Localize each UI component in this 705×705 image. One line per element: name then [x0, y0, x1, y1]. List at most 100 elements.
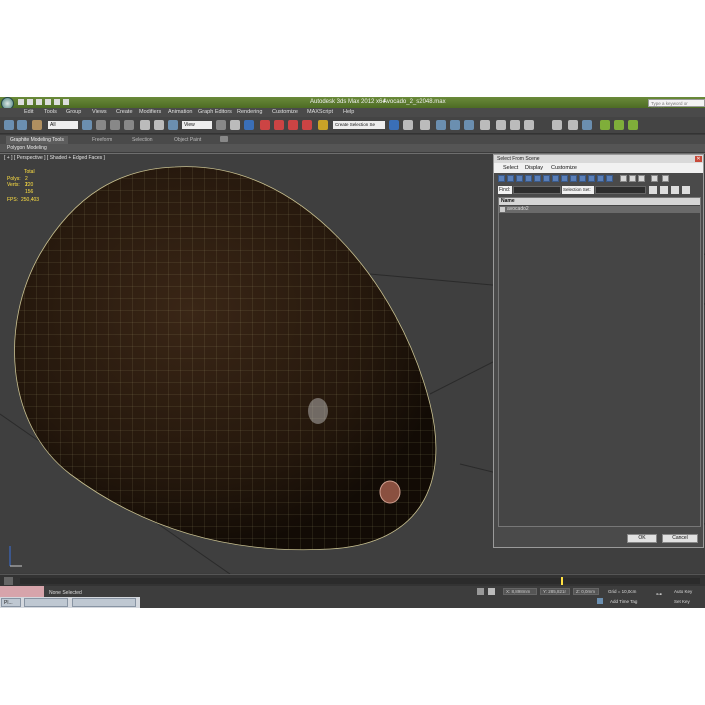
absolute-mode-icon[interactable] [488, 588, 495, 595]
mirror-icon[interactable] [389, 120, 399, 130]
display-spacewarps-icon[interactable] [543, 175, 550, 182]
save-icon[interactable] [36, 99, 42, 105]
menu-group[interactable]: Group [66, 109, 81, 115]
new-icon[interactable] [18, 99, 24, 105]
environment-icon[interactable] [582, 120, 592, 130]
material-editor-icon[interactable] [480, 120, 490, 130]
schematic-view-icon[interactable] [464, 120, 474, 130]
key-icon[interactable]: ⊶ [656, 591, 662, 598]
lock-selection-icon[interactable] [477, 588, 484, 595]
align-icon[interactable] [403, 120, 413, 130]
filter-icon[interactable] [651, 175, 658, 182]
menu-create[interactable]: Create [116, 109, 133, 115]
polygon-modeling-panel[interactable]: Polygon Modeling [0, 144, 705, 152]
sync-selection-icon[interactable] [662, 175, 669, 182]
display-frozen-icon[interactable] [588, 175, 595, 182]
dialog-title-bar[interactable]: Select From Scene ✕ [494, 155, 703, 163]
dialog-menu-select[interactable]: Select [503, 165, 518, 171]
render-iterative-icon[interactable] [552, 120, 562, 130]
selection-set-icon[interactable] [649, 186, 657, 194]
render-setup-icon[interactable] [496, 120, 506, 130]
scale-icon[interactable] [168, 120, 178, 130]
search-input[interactable]: Type a keyword or phrase [648, 99, 705, 111]
window-crossing-icon[interactable] [124, 120, 134, 130]
display-all-icon[interactable] [606, 175, 613, 182]
menu-tools[interactable]: Tools [44, 109, 57, 115]
select-all-icon[interactable] [620, 175, 627, 182]
spinner-snap-icon[interactable] [302, 120, 312, 130]
menu-rendering[interactable]: Rendering [237, 109, 262, 115]
activeshade-icon[interactable] [568, 120, 578, 130]
time-slider-track[interactable] [20, 577, 700, 585]
redo-icon[interactable] [54, 99, 60, 105]
tab-graphite-modeling-tools[interactable]: Graphite Modeling Tools [6, 136, 68, 144]
menu-customize[interactable]: Customize [272, 109, 298, 115]
ribbon-options-icon[interactable] [220, 136, 228, 142]
selection-filter-dropdown[interactable]: All [48, 121, 78, 129]
pivot-center-icon[interactable] [216, 120, 226, 130]
viewport-label[interactable]: [ + ] [ Perspective ] [ Shaded + Edged F… [4, 155, 105, 161]
select-manipulate-icon[interactable] [230, 120, 240, 130]
select-link-icon[interactable] [4, 120, 14, 130]
rendered-frame-window-icon[interactable] [510, 120, 520, 130]
bind-space-warp-icon[interactable] [32, 120, 42, 130]
rotate-icon[interactable] [154, 120, 164, 130]
taskbar-item-2[interactable] [24, 598, 68, 607]
curve-editor-icon[interactable] [450, 120, 460, 130]
graphite-toggle-icon[interactable] [436, 120, 446, 130]
keyboard-shortcut-override-icon[interactable] [244, 120, 254, 130]
snaps-toggle-icon[interactable] [260, 120, 270, 130]
dialog-menu-customize[interactable]: Customize [551, 165, 577, 171]
display-helpers-icon[interactable] [534, 175, 541, 182]
add-time-tag[interactable]: Add Time Tag [610, 599, 637, 604]
menu-help[interactable]: Help [343, 109, 354, 115]
tab-freeform[interactable]: Freeform [88, 136, 116, 144]
move-icon[interactable] [140, 120, 150, 130]
plugin-3-icon[interactable] [628, 120, 638, 130]
close-icon[interactable]: ✕ [695, 156, 702, 162]
menu-edit[interactable]: Edit [24, 109, 33, 115]
menu-views[interactable]: Views [92, 109, 107, 115]
selection-set-dropdown[interactable] [595, 186, 646, 194]
z-coordinate-field[interactable]: Z: 0,0mm [573, 588, 599, 595]
percent-snap-icon[interactable] [288, 120, 298, 130]
tab-selection[interactable]: Selection [128, 136, 157, 144]
rectangular-selection-icon[interactable] [110, 120, 120, 130]
display-groups-icon[interactable] [552, 175, 559, 182]
auto-key-button[interactable]: Auto Key [674, 589, 692, 594]
edit-named-selection-icon[interactable] [318, 120, 328, 130]
x-coordinate-field[interactable]: X: 8,898mm [503, 588, 537, 595]
menu-modifiers[interactable]: Modifiers [139, 109, 161, 115]
cancel-button[interactable]: Cancel [662, 534, 698, 543]
plugin-1-icon[interactable] [600, 120, 610, 130]
select-none-icon[interactable] [629, 175, 636, 182]
list-item[interactable]: avocado2 [499, 206, 700, 213]
display-bones-icon[interactable] [570, 175, 577, 182]
taskbar-item-3[interactable] [72, 598, 136, 607]
undo-icon[interactable] [45, 99, 51, 105]
display-xrefs-icon[interactable] [561, 175, 568, 182]
display-geometry-icon[interactable] [498, 175, 505, 182]
set-key-button[interactable]: Set Key [674, 599, 690, 604]
ok-button[interactable]: OK [627, 534, 657, 543]
select-by-name-icon[interactable] [96, 120, 106, 130]
y-coordinate-field[interactable]: Y: 285,821r [540, 588, 570, 595]
hold-icon[interactable] [63, 99, 69, 105]
display-hidden-icon[interactable] [597, 175, 604, 182]
display-shapes-icon[interactable] [507, 175, 514, 182]
menu-graph-editors[interactable]: Graph Editors [198, 109, 232, 115]
display-children-icon[interactable] [660, 186, 668, 194]
open-icon[interactable] [27, 99, 33, 105]
unlink-icon[interactable] [17, 120, 27, 130]
display-containers-icon[interactable] [579, 175, 586, 182]
plugin-2-icon[interactable] [614, 120, 624, 130]
render-production-icon[interactable] [524, 120, 534, 130]
tab-object-paint[interactable]: Object Paint [170, 136, 205, 144]
layer-manager-icon[interactable] [420, 120, 430, 130]
column-header-name[interactable]: Name [499, 198, 700, 205]
maxscript-listener[interactable] [0, 586, 44, 597]
dialog-menu-display[interactable]: Display [525, 165, 543, 171]
named-selection-set-dropdown[interactable]: Create Selection Se [333, 121, 385, 129]
menu-animation[interactable]: Animation [168, 109, 192, 115]
select-invert-icon[interactable] [638, 175, 645, 182]
